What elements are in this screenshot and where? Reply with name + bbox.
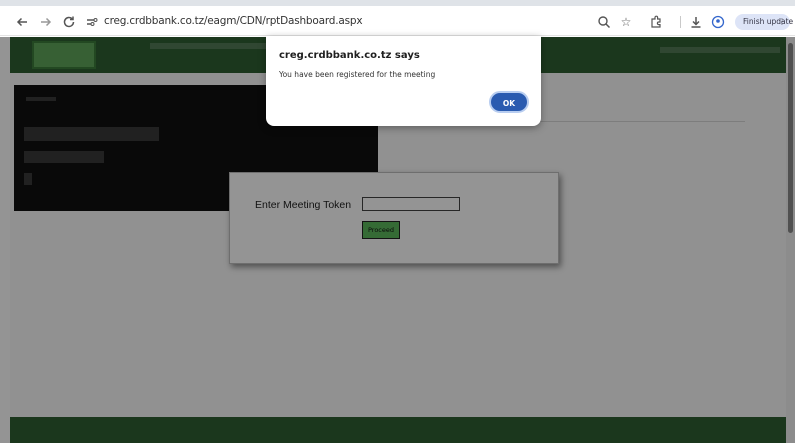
bookmark-star-icon[interactable]: ☆ — [618, 14, 634, 30]
browser-toolbar: creg.crdbbank.co.tz/eagm/CDN/rptDashboar… — [0, 6, 795, 36]
extensions-icon[interactable] — [648, 14, 664, 30]
zoom-icon[interactable] — [596, 14, 612, 30]
alert-title: creg.crdbbank.co.tz says — [279, 50, 420, 61]
menu-dots-icon: ⋮ — [778, 17, 786, 26]
address-bar[interactable]: creg.crdbbank.co.tz/eagm/CDN/rptDashboar… — [104, 15, 363, 27]
site-settings-icon[interactable] — [84, 14, 100, 30]
back-icon[interactable] — [14, 14, 30, 30]
download-icon[interactable] — [688, 14, 704, 30]
forward-icon[interactable] — [38, 14, 54, 30]
alert-dialog: creg.crdbbank.co.tz says You have been r… — [266, 36, 541, 126]
alert-message: You have been registered for the meeting — [279, 70, 436, 79]
alert-ok-button[interactable]: OK — [489, 91, 529, 113]
toolbar-separator — [680, 16, 681, 28]
finish-update-button[interactable]: Finish update ⋮ — [735, 14, 793, 30]
reload-icon[interactable] — [61, 14, 77, 30]
profile-icon[interactable] — [710, 14, 726, 30]
